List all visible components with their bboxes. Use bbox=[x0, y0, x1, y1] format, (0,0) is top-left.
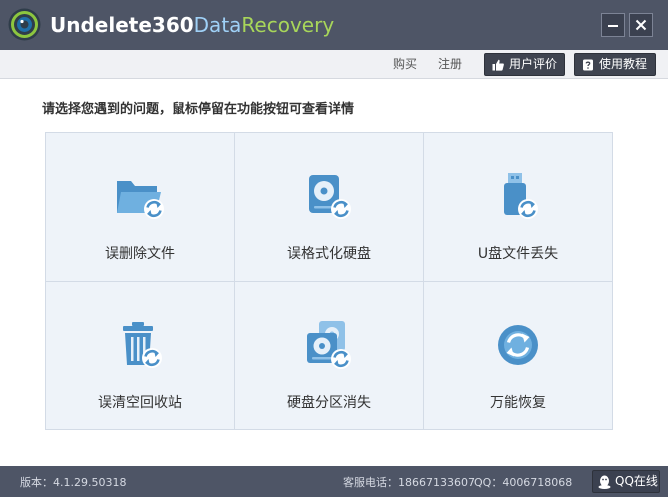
tutorial-button[interactable]: 使用教程 bbox=[574, 53, 656, 76]
qq-number-text: QQ：4006718068 bbox=[474, 476, 573, 489]
disk-partition-icon bbox=[307, 321, 351, 369]
close-button[interactable] bbox=[629, 13, 653, 37]
status-bar: 版本：4.1.29.50318 客服电话：18667133607 QQ：4006… bbox=[0, 466, 668, 497]
function-grid: 误删除文件 误格式化硬盘 U盘文件丢失 误清空回收站 硬盘分区消失 万能恢复 bbox=[45, 132, 613, 430]
question-book-icon bbox=[583, 59, 593, 71]
qq-penguin-icon bbox=[598, 475, 611, 489]
qq-online-button[interactable]: QQ在线 bbox=[592, 470, 660, 493]
version-text: 版本：4.1.29.50318 bbox=[20, 476, 127, 489]
folder-recovery-icon bbox=[117, 181, 164, 219]
app-title-part1: Undelete360 bbox=[50, 13, 194, 37]
usb-drive-icon bbox=[504, 173, 538, 219]
instruction-text: 请选择您遇到的问题，鼠标停留在功能按钮可查看详情 bbox=[42, 102, 355, 117]
tile-label: 误删除文件 bbox=[105, 246, 175, 262]
user-review-button[interactable]: 用户评价 bbox=[484, 53, 565, 76]
buy-link[interactable]: 购买 bbox=[393, 56, 417, 72]
tile-label: 万能恢复 bbox=[490, 395, 546, 411]
tile-universal-recovery[interactable]: 万能恢复 bbox=[424, 282, 612, 429]
tile-label: U盘文件丢失 bbox=[477, 246, 559, 262]
register-link[interactable]: 注册 bbox=[438, 56, 462, 72]
minimize-icon bbox=[608, 25, 618, 27]
minimize-button[interactable] bbox=[601, 13, 625, 37]
tile-usb-lost-files[interactable]: U盘文件丢失 bbox=[424, 133, 612, 281]
service-phone-text: 客服电话：18667133607 bbox=[343, 476, 475, 489]
tutorial-label: 使用教程 bbox=[599, 57, 648, 71]
recycle-bin-icon bbox=[123, 322, 162, 368]
app-title: Undelete360DataRecovery bbox=[50, 13, 334, 37]
app-title-part2: Data bbox=[193, 13, 242, 37]
universal-recovery-icon bbox=[498, 325, 538, 365]
tile-formatted-disk[interactable]: 误格式化硬盘 bbox=[235, 133, 423, 281]
tile-emptied-recycle-bin[interactable]: 误清空回收站 bbox=[46, 282, 234, 429]
thumbs-up-icon bbox=[492, 59, 504, 71]
tile-deleted-files[interactable]: 误删除文件 bbox=[46, 133, 234, 281]
tile-label: 硬盘分区消失 bbox=[287, 395, 371, 411]
user-review-label: 用户评价 bbox=[509, 57, 558, 71]
close-icon bbox=[635, 19, 647, 31]
app-logo-icon bbox=[8, 8, 41, 41]
tile-label: 误格式化硬盘 bbox=[287, 246, 371, 262]
qq-online-label: QQ在线 bbox=[615, 474, 658, 488]
app-title-part3: Recovery bbox=[241, 13, 335, 37]
tile-lost-partition[interactable]: 硬盘分区消失 bbox=[235, 282, 423, 429]
top-link-bar: 购买 注册 用户评价 使用教程 bbox=[0, 50, 668, 79]
tile-label: 误清空回收站 bbox=[98, 395, 182, 411]
title-bar: Undelete360DataRecovery bbox=[0, 0, 668, 50]
disk-format-icon bbox=[309, 175, 351, 219]
